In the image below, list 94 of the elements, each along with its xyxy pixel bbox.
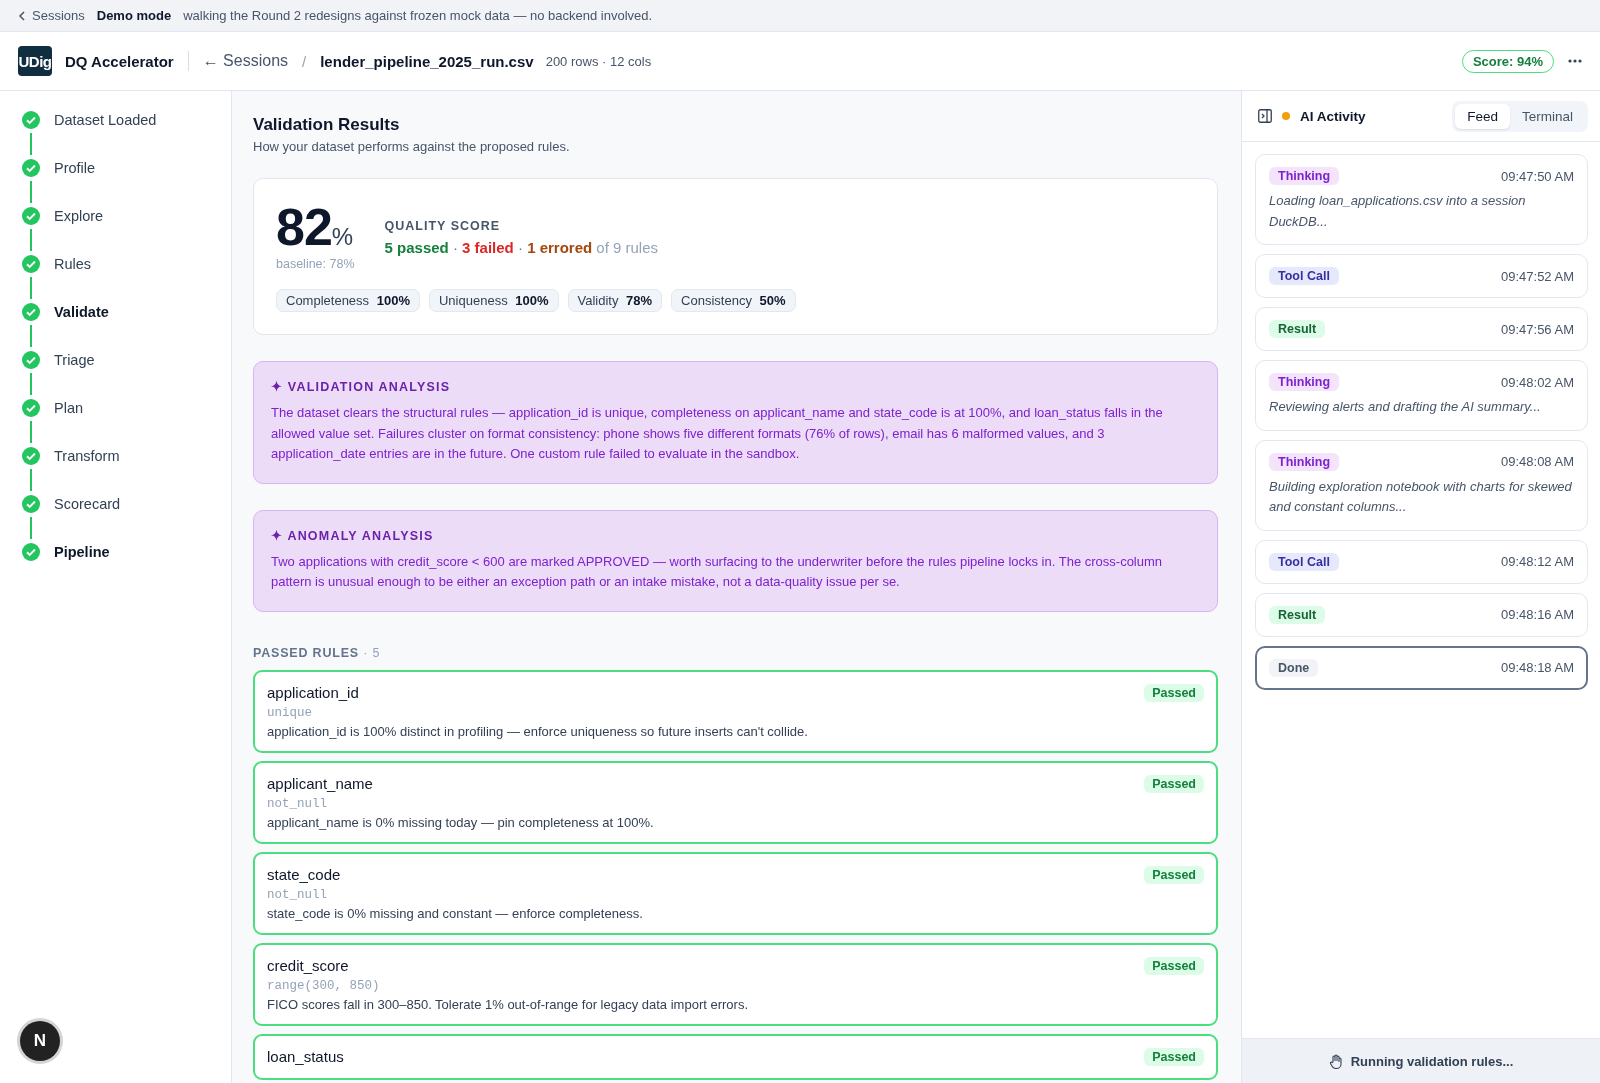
activity-card[interactable]: Done 09:48:18 AM bbox=[1255, 645, 1588, 690]
rule-check: not_null bbox=[267, 887, 328, 902]
activity-card[interactable]: Tool Call 09:48:12 AM bbox=[1255, 539, 1588, 584]
live-indicator-icon bbox=[1282, 112, 1290, 120]
step-item[interactable]: Rules bbox=[22, 251, 231, 277]
activity-card[interactable]: Result 09:48:16 AM bbox=[1255, 592, 1588, 637]
rule-check: not_null bbox=[267, 796, 328, 811]
event-time: 09:48:02 AM bbox=[1501, 374, 1574, 390]
event-tag: Tool Call bbox=[1269, 267, 1339, 285]
rule-card[interactable]: state_code Passed not_null state_code is 0% missing and constant — enforce completeness. bbox=[253, 851, 1218, 935]
activity-card[interactable]: Thinking 09:48:08 AM Building exploration notebook with charts for skewed and constant columns... bbox=[1255, 439, 1588, 531]
rule-check: unique bbox=[267, 705, 313, 720]
quality-score-label: QUALITY SCORE bbox=[384, 219, 502, 233]
rule-name: credit_score bbox=[267, 957, 349, 974]
step-item[interactable]: Pipeline bbox=[22, 539, 231, 565]
event-time: 09:48:08 AM bbox=[1501, 454, 1574, 469]
step-item[interactable]: Dataset Loaded bbox=[22, 107, 231, 133]
event-time: 09:48:18 AM bbox=[1501, 660, 1574, 675]
rule-name: application_id bbox=[267, 684, 359, 701]
sessions-link[interactable]: ← Sessions bbox=[202, 52, 289, 70]
panel-title: AI Activity bbox=[1300, 108, 1367, 124]
step-item[interactable]: Scorecard bbox=[22, 491, 231, 517]
status-badge: Passed bbox=[1144, 1047, 1204, 1066]
rule-note: FICO scores fall in 300–850. Tolerate 1% out-of-range for legacy data import errors. bbox=[267, 996, 749, 1012]
rule-name: applicant_name bbox=[267, 775, 373, 792]
step-item[interactable]: Triage bbox=[22, 347, 231, 373]
event-time: 09:48:16 AM bbox=[1501, 607, 1574, 622]
event-tag: Result bbox=[1269, 320, 1326, 338]
dimension-pill: Consistency 50% bbox=[671, 289, 796, 312]
section-title: Validation Results bbox=[253, 115, 401, 135]
app-title: DQ Accelerator bbox=[65, 52, 174, 70]
rule-card[interactable]: application_id Passed unique application_id is 100% distinct in profiling — enforce uniqueness so future inserts can't collide. bbox=[253, 669, 1218, 753]
event-tag: Thinking bbox=[1269, 452, 1340, 471]
passed-rules-heading: PASSED RULES · 5 bbox=[253, 645, 382, 660]
analysis-title: ✦ ANOMALY ANALYSIS bbox=[271, 527, 435, 543]
step-item[interactable]: Plan bbox=[22, 395, 231, 421]
event-text: Building exploration notebook with charts for skewed and constant columns... bbox=[1269, 477, 1573, 516]
dimension-pill: Validity 78% bbox=[567, 289, 663, 312]
rule-name: state_code bbox=[267, 866, 341, 883]
activity-card[interactable]: Tool Call 09:47:52 AM bbox=[1255, 254, 1588, 298]
breadcrumb-separator: / bbox=[302, 52, 307, 70]
status-badge: Passed bbox=[1144, 865, 1204, 884]
rule-note: applicant_name is 0% missing today — pin completeness at 100%. bbox=[267, 814, 655, 830]
activity-card[interactable]: Thinking 09:47:50 AM Loading loan_applications.csv into a session DuckDB... bbox=[1255, 154, 1588, 245]
rule-card[interactable]: credit_score Passed range(300, 850) FICO scores fall in 300–850. Tolerate 1% out-of-range for legacy data import errors. bbox=[253, 942, 1218, 1026]
step-item[interactable]: Validate bbox=[22, 299, 231, 325]
event-time: 09:48:12 AM bbox=[1501, 554, 1574, 569]
event-tag: Done bbox=[1269, 658, 1319, 677]
rule-note: application_id is 100% distinct in profiling — enforce uniqueness so future inserts can't collide. bbox=[267, 723, 809, 739]
event-time: 09:47:50 AM bbox=[1501, 168, 1574, 184]
step-item[interactable]: Profile bbox=[22, 155, 231, 181]
analysis-text: Two applications with credit_score < 600 are marked APPROVED — worth surfacing to the underwriter before the rules pipeline locks in. The cross-column pattern is unusual enough to be either an exception path or an intake mistake, not a data-quality issue per se. bbox=[271, 552, 1164, 591]
section-subtitle: How your dataset performs against the proposed rules. bbox=[253, 139, 571, 154]
step-item[interactable]: Transform bbox=[22, 443, 231, 469]
more-icon[interactable] bbox=[1568, 59, 1582, 63]
chevron-left-icon bbox=[18, 10, 26, 21]
app-logo: UDig bbox=[18, 46, 52, 76]
status-badge: Passed bbox=[1144, 774, 1204, 793]
status-badge: Passed bbox=[1144, 683, 1204, 702]
event-text: Loading loan_applications.csv into a session DuckDB... bbox=[1269, 192, 1527, 231]
analysis-text: The dataset clears the structural rules — application_id is unique, completeness on applicant_name and state_code is at 100%, and loan_status falls in the allowed value set. Failures cluster on format consistency: phone shows five different formats (76% of rows), email has 6 malformed values, and 3 application_date entries are in the future. One custom rule failed to evaluate in the sandbox. bbox=[271, 404, 1164, 463]
rule-name: loan_status bbox=[267, 1048, 344, 1065]
event-tag: Result bbox=[1269, 605, 1326, 624]
hand-icon bbox=[1328, 1053, 1343, 1069]
panel-toggle-icon[interactable] bbox=[1258, 109, 1272, 123]
activity-card[interactable]: Result 09:47:56 AM bbox=[1255, 307, 1588, 351]
status-badge: Passed bbox=[1144, 956, 1204, 975]
rule-card[interactable]: loan_status Passed bbox=[253, 1033, 1218, 1080]
dimension-pill: Uniqueness 100% bbox=[428, 289, 559, 312]
dimension-pill: Completeness 100% bbox=[276, 289, 420, 312]
demo-mode-label: Demo mode bbox=[96, 8, 172, 23]
event-time: 09:47:56 AM bbox=[1501, 321, 1574, 337]
file-name: lender_pipeline_2025_run.csv bbox=[320, 52, 534, 70]
panel-tab[interactable]: Feed bbox=[1455, 103, 1510, 129]
panel-tab[interactable]: Terminal bbox=[1510, 103, 1585, 129]
sessions-link[interactable]: Sessions bbox=[18, 8, 85, 23]
file-meta: 200 rows · 12 cols bbox=[545, 53, 652, 69]
event-tag: Tool Call bbox=[1269, 552, 1339, 571]
quality-score-value: 82% bbox=[276, 201, 354, 253]
status-text: Running validation rules... bbox=[1350, 1053, 1514, 1069]
rule-card[interactable]: applicant_name Passed not_null applicant_name is 0% missing today — pin completeness at 100%. bbox=[253, 760, 1218, 844]
event-text: Reviewing alerts and drafting the AI summary... bbox=[1269, 398, 1542, 416]
event-tag: Thinking bbox=[1269, 167, 1340, 185]
activity-card[interactable]: Thinking 09:48:02 AM Reviewing alerts and drafting the AI summary... bbox=[1255, 360, 1588, 431]
dev-tools-button[interactable]: N bbox=[20, 1021, 60, 1061]
step-item[interactable]: Explore bbox=[22, 203, 231, 229]
rule-summary: 5 passed · 3 failed · 1 errored of 9 rules bbox=[384, 239, 659, 256]
event-tag: Thinking bbox=[1269, 373, 1340, 391]
rule-check: range(300, 850) bbox=[267, 978, 381, 993]
baseline-label: baseline: 78% bbox=[276, 257, 355, 271]
rule-note: state_code is 0% missing and constant — enforce completeness. bbox=[267, 905, 644, 921]
analysis-title: ✦ VALIDATION ANALYSIS bbox=[271, 379, 452, 394]
event-time: 09:47:52 AM bbox=[1501, 268, 1574, 284]
demo-message: walking the Round 2 redesigns against frozen mock data — no backend involved. bbox=[183, 8, 653, 23]
